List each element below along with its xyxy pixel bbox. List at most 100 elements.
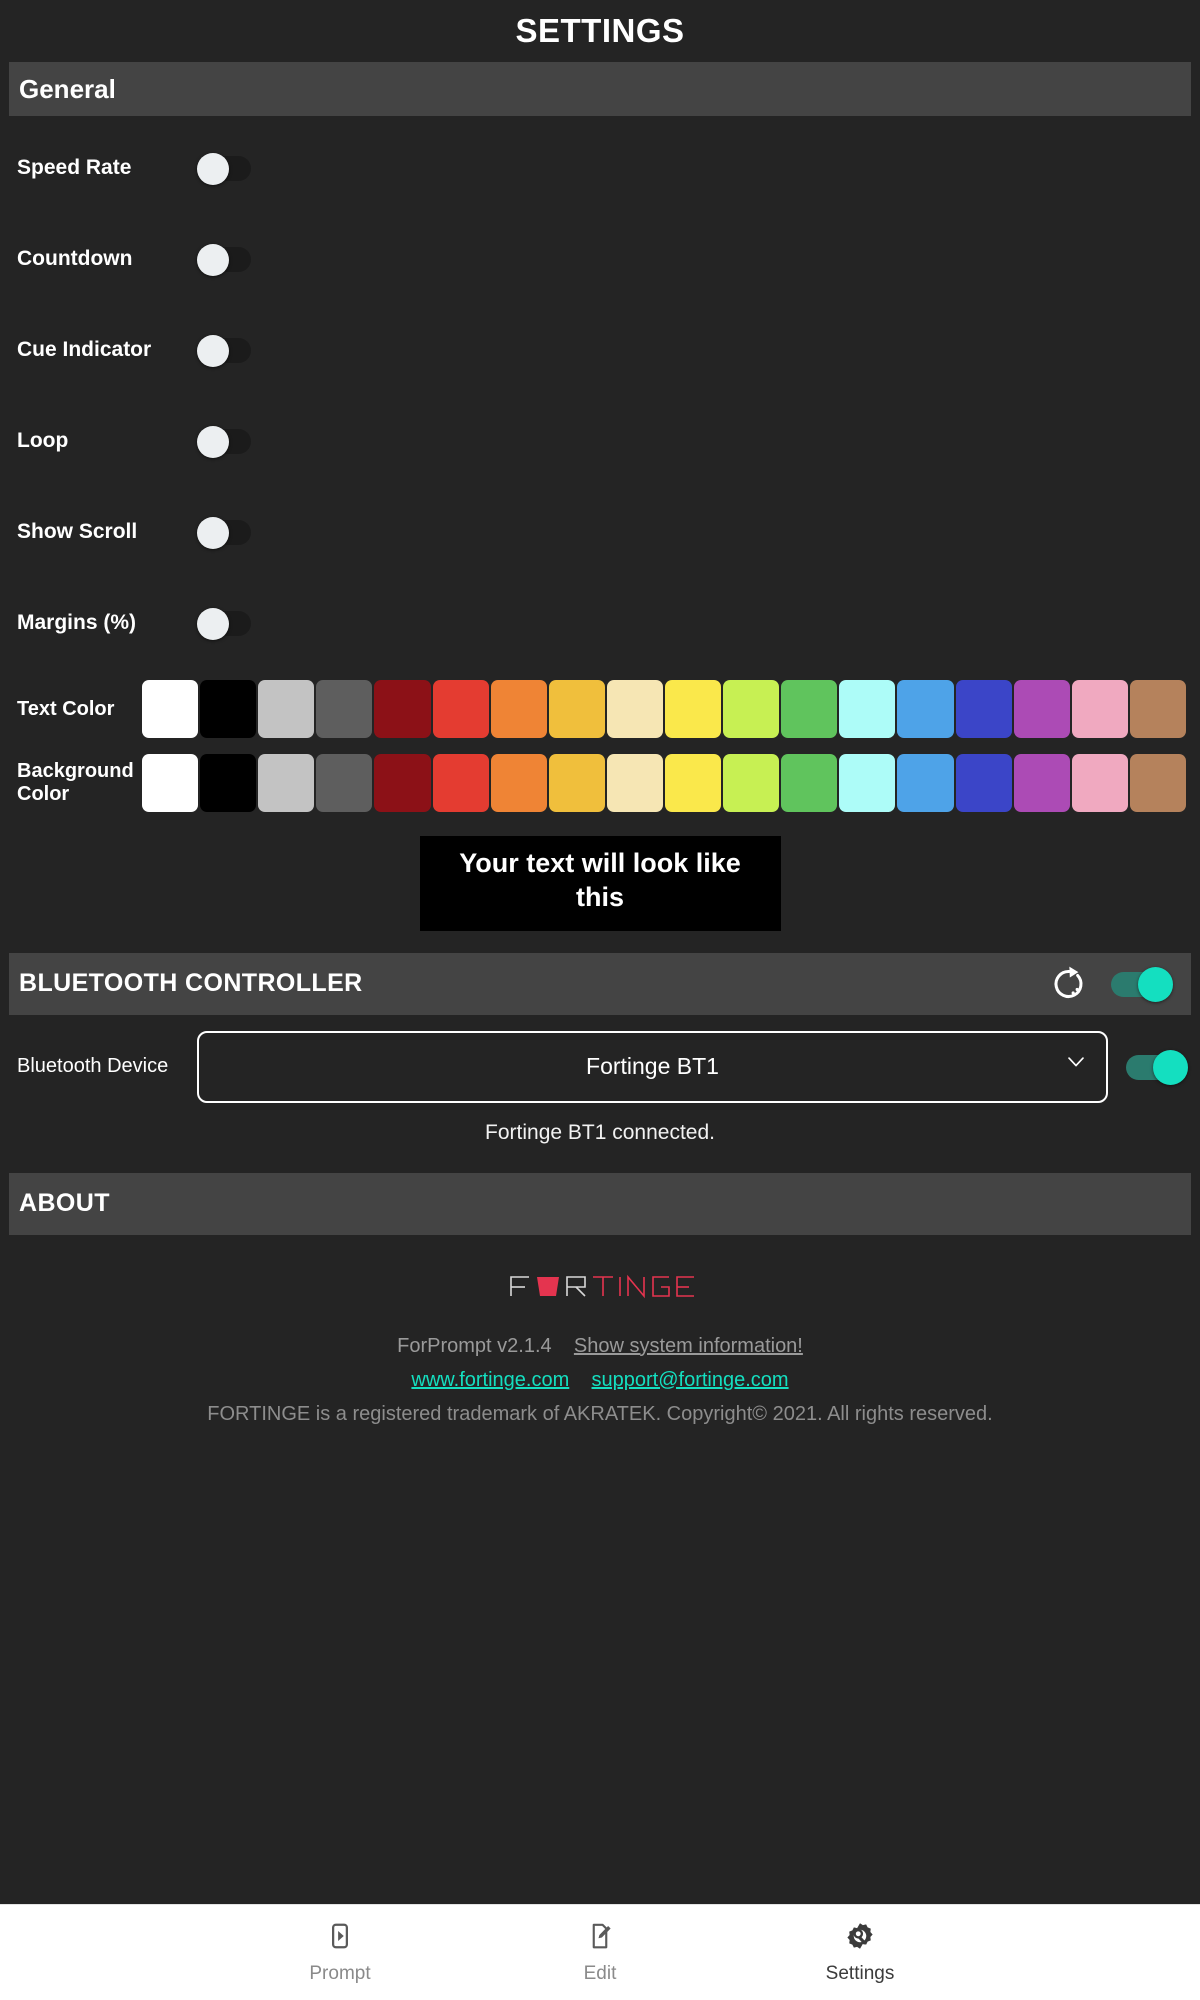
nav-item-settings[interactable]: Settings — [730, 1921, 990, 1985]
color-swatch[interactable] — [897, 680, 954, 738]
toggle-show-scroll[interactable] — [197, 516, 251, 549]
chevron-down-icon — [1064, 1049, 1088, 1078]
toggle-countdown[interactable] — [197, 243, 251, 276]
color-swatch[interactable] — [955, 754, 1012, 812]
toggle-bluetooth-enabled[interactable] — [1111, 966, 1173, 1002]
color-swatch[interactable] — [1129, 680, 1186, 738]
bluetooth-device-label: Bluetooth Device — [17, 1055, 169, 1077]
color-swatch[interactable] — [548, 754, 605, 812]
nav-label-settings: Settings — [825, 1962, 895, 1984]
prompt-play-icon — [325, 1921, 355, 1956]
toggle-cue-indicator[interactable] — [197, 334, 251, 367]
background-color-row: Background Color — [0, 750, 1200, 816]
fortinge-logo-icon — [510, 1274, 694, 1298]
color-swatch[interactable] — [664, 680, 722, 738]
color-swatch[interactable] — [839, 680, 896, 738]
setting-row-show-scroll[interactable]: Show Scroll — [0, 486, 1200, 577]
color-swatch[interactable] — [1129, 754, 1186, 812]
settings-gear-icon — [845, 1921, 875, 1956]
background-color-label: Background Color — [17, 760, 134, 805]
section-header-bluetooth-label: BLUETOOTH CONTROLLER — [19, 969, 363, 997]
setting-label-cue-indicator: Cue Indicator — [17, 337, 152, 361]
refresh-scan-icon[interactable] — [1049, 964, 1089, 1004]
color-swatch[interactable] — [781, 680, 838, 738]
toggle-knob — [197, 334, 229, 367]
show-system-information-link[interactable]: Show system information! — [574, 1335, 803, 1357]
color-swatch[interactable] — [955, 680, 1012, 738]
preview-wrap: Your text will look like this — [0, 836, 1200, 931]
section-header-general: General — [9, 62, 1191, 116]
section-header-general-label: General — [19, 73, 116, 104]
setting-label-countdown: Countdown — [17, 246, 133, 270]
nav-item-prompt[interactable]: Prompt — [210, 1921, 470, 1985]
fortinge-logo — [0, 1269, 1200, 1303]
setting-row-loop[interactable]: Loop — [0, 395, 1200, 486]
page-title: SETTINGS — [515, 12, 685, 49]
toggle-knob — [197, 152, 229, 185]
text-preview-box: Your text will look like this — [419, 836, 781, 931]
bluetooth-device-select[interactable]: Fortinge BT1 — [197, 1030, 1108, 1103]
text-preview-label: Your text will look like this — [459, 848, 741, 912]
color-swatch[interactable] — [374, 754, 431, 812]
color-swatch[interactable] — [548, 680, 605, 738]
color-swatch[interactable] — [1013, 680, 1070, 738]
bottom-navigation: Prompt Edit Settings — [0, 1904, 1200, 2000]
about-version-line: ForPrompt v2.1.4 Show system information… — [0, 1331, 1200, 1361]
settings-screen: SETTINGS General Speed Rate Countdown Cu… — [0, 0, 1200, 2000]
color-swatch[interactable] — [723, 680, 780, 738]
color-swatch[interactable] — [432, 754, 489, 812]
toggle-speed-rate[interactable] — [197, 152, 251, 185]
setting-row-cue-indicator[interactable]: Cue Indicator — [0, 304, 1200, 395]
toggle-knob — [1153, 1049, 1188, 1085]
color-swatch[interactable] — [490, 680, 547, 738]
support-email-link[interactable]: support@fortinge.com — [592, 1369, 789, 1391]
color-swatch[interactable] — [374, 680, 431, 738]
about-links-line: www.fortinge.com support@fortinge.com — [0, 1365, 1200, 1395]
about-body: ForPrompt v2.1.4 Show system information… — [0, 1235, 1200, 1429]
color-swatch[interactable] — [258, 754, 315, 812]
color-swatch[interactable] — [316, 754, 373, 812]
toggle-loop[interactable] — [197, 425, 251, 458]
setting-row-margins[interactable]: Margins (%) — [0, 577, 1200, 668]
color-swatch[interactable] — [142, 754, 199, 812]
color-swatch[interactable] — [897, 754, 954, 812]
color-swatch[interactable] — [1071, 754, 1128, 812]
toggle-knob — [197, 243, 229, 276]
color-swatch[interactable] — [258, 680, 315, 738]
section-header-about-label: ABOUT — [19, 1189, 110, 1217]
color-swatch[interactable] — [432, 680, 489, 738]
toggle-knob — [1138, 966, 1173, 1002]
toggle-margins[interactable] — [197, 607, 251, 640]
color-swatch[interactable] — [723, 754, 780, 812]
bluetooth-header-controls — [1049, 964, 1181, 1004]
color-swatch[interactable] — [606, 754, 663, 812]
color-swatch[interactable] — [490, 754, 547, 812]
setting-row-speed-rate[interactable]: Speed Rate — [0, 122, 1200, 213]
color-swatch[interactable] — [316, 680, 373, 738]
nav-label-edit: Edit — [583, 1962, 617, 1984]
setting-row-countdown[interactable]: Countdown — [0, 213, 1200, 304]
color-swatch[interactable] — [200, 680, 257, 738]
setting-label-show-scroll: Show Scroll — [17, 519, 138, 543]
color-swatch[interactable] — [142, 680, 199, 738]
text-color-row: Text Color — [0, 676, 1200, 742]
color-swatch[interactable] — [781, 754, 838, 812]
section-header-bluetooth: BLUETOOTH CONTROLLER — [9, 952, 1191, 1015]
background-color-swatches[interactable] — [142, 754, 1200, 812]
website-link[interactable]: www.fortinge.com — [411, 1369, 569, 1391]
toggle-knob — [197, 516, 229, 549]
color-swatch[interactable] — [606, 680, 663, 738]
bluetooth-device-row: Bluetooth Device Fortinge BT1 — [0, 1025, 1200, 1109]
text-color-swatches[interactable] — [142, 680, 1200, 738]
setting-label-margins: Margins (%) — [17, 610, 137, 634]
nav-item-edit[interactable]: Edit — [470, 1921, 730, 1985]
color-swatch[interactable] — [839, 754, 896, 812]
toggle-bluetooth-device[interactable] — [1126, 1049, 1188, 1085]
color-swatch[interactable] — [1071, 680, 1128, 738]
nav-label-prompt: Prompt — [309, 1962, 371, 1984]
color-swatch[interactable] — [1013, 754, 1070, 812]
color-swatch[interactable] — [664, 754, 722, 812]
text-color-label: Text Color — [17, 697, 115, 720]
color-swatch[interactable] — [200, 754, 257, 812]
